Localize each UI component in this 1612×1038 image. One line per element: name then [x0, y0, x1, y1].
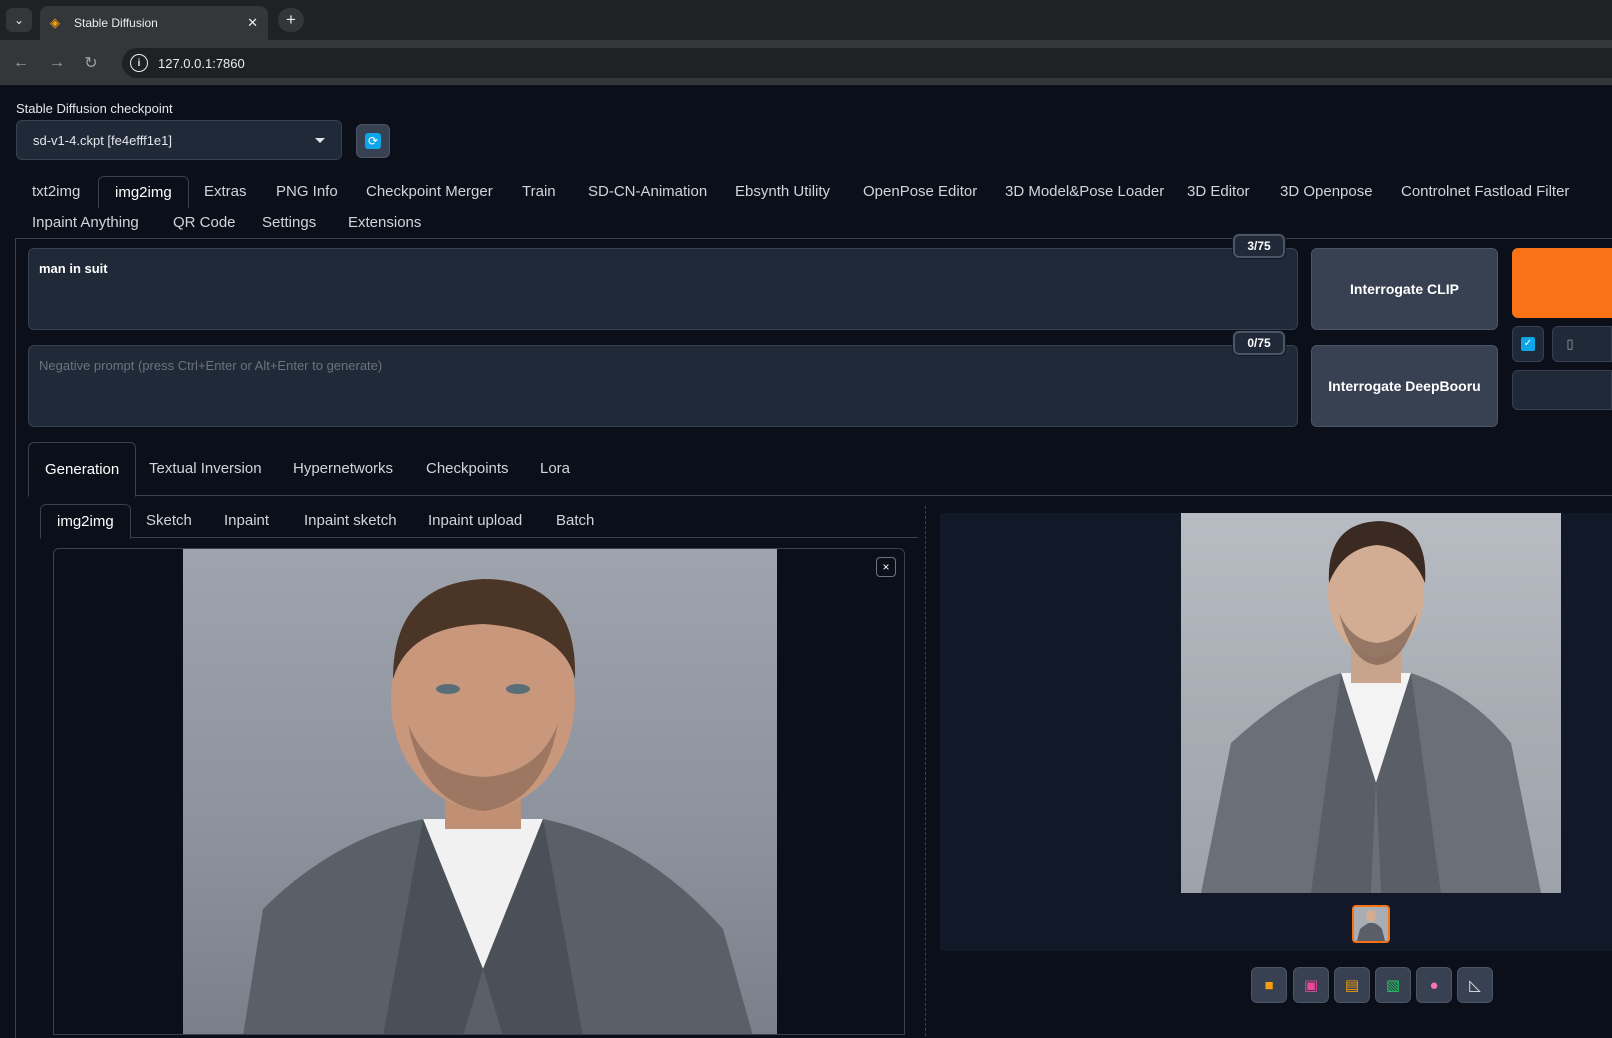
- tab-checkpoint-merger[interactable]: Checkpoint Merger: [350, 176, 509, 208]
- stable-diffusion-favicon-icon: ◈: [50, 15, 60, 30]
- send-to-img2img-icon[interactable]: ▧: [1375, 967, 1411, 1003]
- tab-3d-model-pose-loader[interactable]: 3D Model&Pose Loader: [989, 176, 1180, 208]
- checkpoint-value: sd-v1-4.ckpt [fe4efff1e1]: [33, 132, 172, 148]
- tab-ebsynth-utility[interactable]: Ebsynth Utility: [719, 176, 846, 208]
- tab-inpaint-sketch[interactable]: Inpaint sketch: [288, 504, 413, 538]
- reload-icon[interactable]: ↻: [78, 50, 104, 76]
- interrogate-deepbooru-button[interactable]: Interrogate DeepBooru: [1311, 345, 1498, 427]
- tab-train[interactable]: Train: [506, 176, 572, 208]
- omnibox[interactable]: i 127.0.0.1:7860: [122, 48, 1612, 78]
- dropdown-caret-icon: [315, 137, 325, 143]
- input-image-canvas[interactable]: ×: [53, 548, 905, 1035]
- tab-controlnet-fastload-filter[interactable]: Controlnet Fastload Filter: [1385, 176, 1585, 208]
- generate-button[interactable]: [1512, 248, 1612, 318]
- tab-txt2img[interactable]: txt2img: [16, 176, 96, 208]
- tab-img2img[interactable]: img2img: [98, 176, 189, 208]
- trash-icon: ▯: [1566, 336, 1574, 351]
- clear-prompt-button[interactable]: ▯: [1552, 326, 1612, 362]
- output-image[interactable]: [1181, 513, 1561, 893]
- refresh-icon: ⟳: [365, 133, 381, 149]
- img2img-mode-tab-bar: img2img Sketch Inpaint Inpaint sketch In…: [40, 504, 918, 539]
- site-info-icon[interactable]: i: [130, 54, 148, 72]
- tab-settings[interactable]: Settings: [246, 207, 332, 239]
- address-bar: ← → ↻ i 127.0.0.1:7860: [0, 40, 1612, 86]
- checkbox-pencil-icon: ✓: [1521, 337, 1535, 351]
- tab-png-info[interactable]: PNG Info: [260, 176, 354, 208]
- tab-batch[interactable]: Batch: [540, 504, 610, 538]
- tab-img2img-mode[interactable]: img2img: [40, 504, 131, 539]
- new-tab-icon[interactable]: +: [278, 8, 304, 32]
- prompt-token-counter: 3/75: [1233, 234, 1285, 258]
- checkpoint-dropdown[interactable]: sd-v1-4.ckpt [fe4efff1e1]: [16, 120, 342, 160]
- column-divider: [925, 506, 926, 1036]
- tab-hypernetworks[interactable]: Hypernetworks: [277, 442, 409, 496]
- tab-inpaint[interactable]: Inpaint: [208, 504, 285, 538]
- checkpoint-label: Stable Diffusion checkpoint: [16, 101, 173, 116]
- remove-image-close-icon[interactable]: ×: [876, 557, 896, 577]
- tab-search-chevron-icon[interactable]: ⌄: [6, 8, 32, 32]
- send-to-extras-icon[interactable]: ◺: [1457, 967, 1493, 1003]
- negative-prompt-textarea[interactable]: Negative prompt (press Ctrl+Enter or Alt…: [28, 345, 1298, 427]
- browser-tab-strip: ⌄ ◈ Stable Diffusion ✕ +: [0, 0, 1612, 40]
- send-to-inpaint-icon[interactable]: ●: [1416, 967, 1452, 1003]
- forward-arrow-icon[interactable]: →: [44, 50, 70, 76]
- negative-prompt-token-counter: 0/75: [1233, 331, 1285, 355]
- tab-sd-cn-animation[interactable]: SD-CN-Animation: [572, 176, 723, 208]
- tab-3d-editor[interactable]: 3D Editor: [1171, 176, 1266, 208]
- zip-archive-icon[interactable]: ▤: [1334, 967, 1370, 1003]
- tab-3d-openpose[interactable]: 3D Openpose: [1264, 176, 1389, 208]
- input-image: [183, 549, 777, 1034]
- tab-lora[interactable]: Lora: [524, 442, 586, 496]
- save-icon[interactable]: ▣: [1293, 967, 1329, 1003]
- tab-extras[interactable]: Extras: [188, 176, 263, 208]
- styles-dropdown[interactable]: [1512, 370, 1612, 410]
- webui-app: Stable Diffusion checkpoint sd-v1-4.ckpt…: [0, 86, 1612, 1038]
- browser-tab[interactable]: ◈ Stable Diffusion ✕: [40, 6, 268, 40]
- tab-textual-inversion[interactable]: Textual Inversion: [133, 442, 278, 496]
- interrogate-clip-button[interactable]: Interrogate CLIP: [1311, 248, 1498, 330]
- output-thumbnail[interactable]: [1352, 905, 1390, 943]
- prompt-textarea[interactable]: man in suit: [28, 248, 1298, 330]
- close-tab-icon[interactable]: ✕: [247, 15, 258, 31]
- tab-inpaint-anything[interactable]: Inpaint Anything: [16, 207, 155, 239]
- output-gallery: [940, 513, 1612, 951]
- negative-prompt-placeholder: Negative prompt (press Ctrl+Enter or Alt…: [39, 358, 383, 373]
- apply-styles-button[interactable]: ✓: [1512, 326, 1544, 362]
- tab-qr-code[interactable]: QR Code: [157, 207, 252, 239]
- generation-tab-bar: Generation Textual Inversion Hypernetwor…: [28, 442, 1612, 497]
- tab-sketch[interactable]: Sketch: [130, 504, 208, 538]
- open-folder-icon[interactable]: ■: [1251, 967, 1287, 1003]
- tab-generation[interactable]: Generation: [28, 442, 137, 497]
- main-tab-bar: txt2img img2img Extras PNG Info Checkpoi…: [16, 176, 1612, 238]
- tab-checkpoints[interactable]: Checkpoints: [410, 442, 525, 496]
- tab-openpose-editor[interactable]: OpenPose Editor: [847, 176, 993, 208]
- refresh-checkpoint-button[interactable]: ⟳: [356, 124, 390, 158]
- prompt-text: man in suit: [39, 261, 108, 276]
- tab-extensions[interactable]: Extensions: [332, 207, 437, 239]
- tab-inpaint-upload[interactable]: Inpaint upload: [412, 504, 538, 538]
- back-arrow-icon[interactable]: ←: [8, 50, 34, 76]
- url-text: 127.0.0.1:7860: [158, 55, 245, 71]
- browser-tab-title: Stable Diffusion: [74, 16, 158, 30]
